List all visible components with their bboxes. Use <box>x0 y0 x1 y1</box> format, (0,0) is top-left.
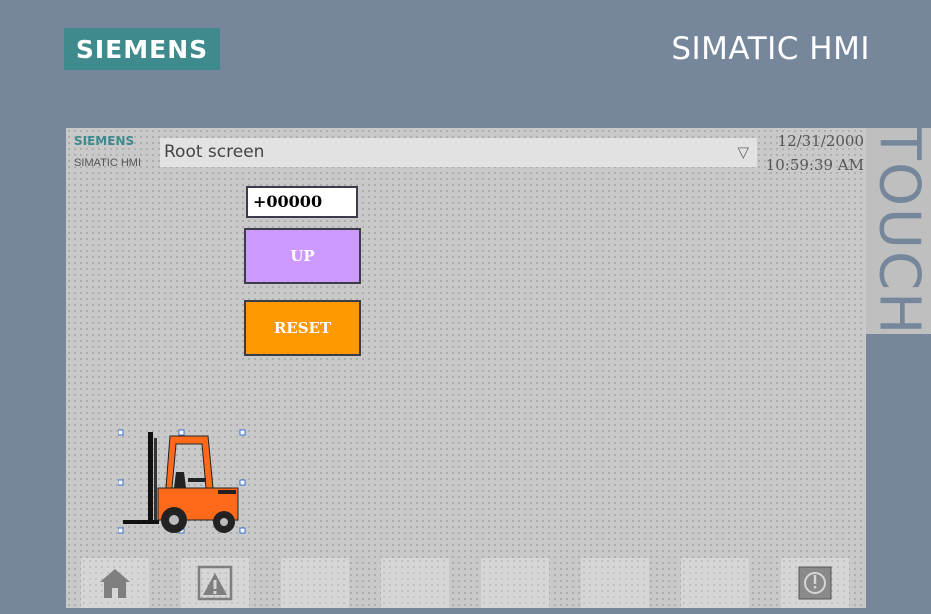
system-date: 12/31/2000 <box>777 132 864 150</box>
function-key-5[interactable] <box>481 558 549 608</box>
system-time: 10:59:39 AM <box>765 156 864 174</box>
touch-label-text: TOUCH <box>866 128 931 334</box>
counter-io-field[interactable]: +00000 <box>246 186 358 218</box>
chevron-down-icon: ▽ <box>737 143 749 161</box>
function-key-alarms[interactable] <box>181 558 249 608</box>
screen-selector-dropdown[interactable]: Root screen ▽ <box>160 138 757 167</box>
function-key-6[interactable] <box>581 558 649 608</box>
reset-button[interactable]: RESET <box>244 300 361 356</box>
touch-side-label: TOUCH <box>866 128 931 334</box>
alarm-warning-icon <box>197 565 233 601</box>
up-button[interactable]: UP <box>244 228 361 284</box>
function-key-bar <box>66 558 866 608</box>
function-key-3[interactable] <box>281 558 349 608</box>
screen-brand-logo: SIEMENS <box>74 134 135 148</box>
function-key-7[interactable] <box>681 558 749 608</box>
function-key-exit[interactable] <box>781 558 849 608</box>
function-key-home[interactable] <box>81 558 149 608</box>
function-key-4[interactable] <box>381 558 449 608</box>
power-icon <box>798 566 832 600</box>
bezel-brand-logo: SIEMENS <box>64 28 220 70</box>
home-icon <box>100 569 130 598</box>
bezel-product-title: SIMATIC HMI <box>671 31 870 67</box>
hmi-screen: SIEMENS SIMATIC HMI Root screen ▽ 12/31/… <box>66 128 866 608</box>
screen-brand-subtitle: SIMATIC HMI <box>74 157 142 169</box>
screen-selector-value: Root screen <box>164 142 265 162</box>
forklift-graphic[interactable] <box>118 428 248 538</box>
